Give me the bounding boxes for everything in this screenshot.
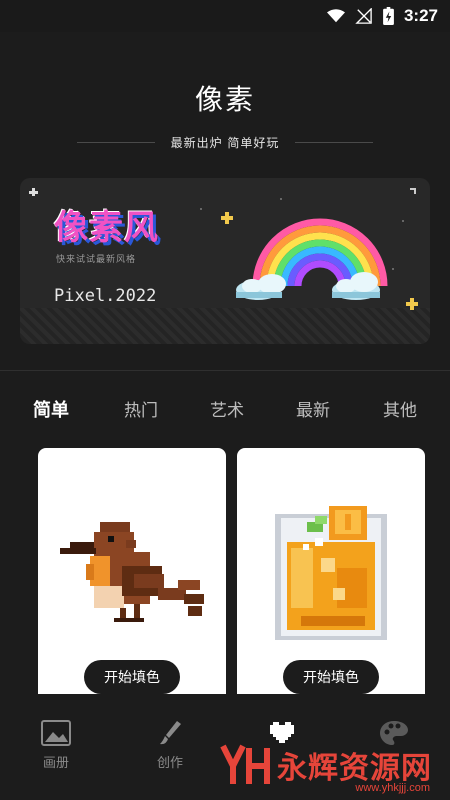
nav-label-create: 创作 xyxy=(156,756,183,771)
pixel-drink-image xyxy=(275,506,387,640)
tab-newest[interactable]: 最新 xyxy=(296,396,330,421)
category-tabs: 简单 热门 艺术 最新 其他 xyxy=(0,396,450,426)
artwork-card-drink[interactable]: 开始填色 xyxy=(237,448,425,700)
watermark: 永辉资源网 www.yhkjjj.com xyxy=(219,742,432,794)
nav-label-album: 画册 xyxy=(42,756,69,771)
page-title: 像素 xyxy=(194,83,255,116)
status-bar: 3:27 xyxy=(0,0,450,32)
watermark-text: 永辉资源网 xyxy=(277,751,432,786)
pixel-bird-image xyxy=(60,522,204,622)
divider-line-right xyxy=(295,141,374,143)
artwork-card-bird[interactable]: 开始填色 xyxy=(38,448,226,700)
promo-banner[interactable]: 像素风 快来试试最新风格 Pixel.2022 xyxy=(20,178,430,344)
no-signal-icon xyxy=(355,8,372,24)
wifi-icon xyxy=(326,9,345,23)
start-coloring-button[interactable]: 开始填色 xyxy=(84,660,180,694)
tab-art[interactable]: 艺术 xyxy=(210,396,244,421)
tab-other[interactable]: 其他 xyxy=(383,396,417,421)
start-coloring-button[interactable]: 开始填色 xyxy=(283,660,379,694)
image-icon xyxy=(41,720,71,746)
subtitle-row: 最新出炉 简单好玩 xyxy=(0,134,450,150)
watermark-logo-icon xyxy=(220,744,270,784)
battery-charging-icon xyxy=(383,7,394,25)
watermark-url: www.yhkjjj.com xyxy=(355,782,430,794)
bottom-navigation: 画册 创作 永辉资源网 www.yhkjjj.com xyxy=(0,694,450,800)
section-divider xyxy=(0,370,450,371)
divider-line-left xyxy=(76,141,155,143)
status-time: 3:27 xyxy=(403,6,438,25)
nav-item-create[interactable]: 创作 xyxy=(140,720,200,771)
tab-simple[interactable]: 简单 xyxy=(33,396,69,422)
brush-icon xyxy=(160,721,181,745)
subtitle: 最新出炉 简单好玩 xyxy=(170,135,280,150)
tab-hot[interactable]: 热门 xyxy=(124,396,158,421)
nav-item-album[interactable]: 画册 xyxy=(26,720,86,771)
rainbow-illustration xyxy=(29,188,418,310)
